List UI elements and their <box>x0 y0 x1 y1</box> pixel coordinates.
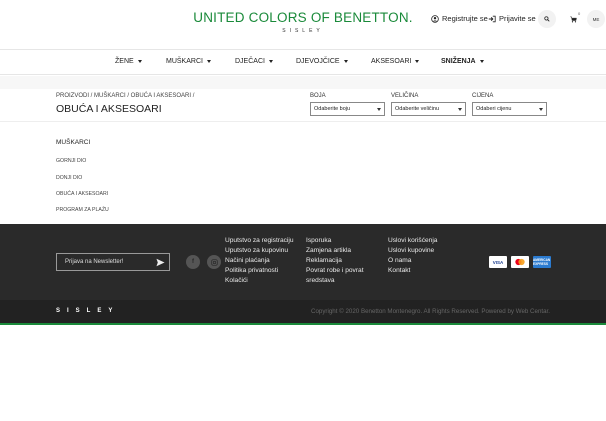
sign-in-icon <box>488 15 496 22</box>
newsletter-placeholder: Prijava na Newsletter! <box>65 259 124 265</box>
footer-link[interactable]: Uslovi kupovine <box>388 247 434 254</box>
nav-item-aksesoari[interactable]: AKSESOARI <box>371 58 420 65</box>
login-label: Prijavite se <box>499 14 536 23</box>
site-header: UNITED COLORS OF BENETTON. SISLEY Regist… <box>0 0 606 50</box>
instagram-icon[interactable] <box>207 255 221 269</box>
page-title: OBUĆA I AKSESOARI <box>56 103 162 115</box>
mastercard-icon <box>511 256 529 268</box>
color-select[interactable]: Odaberite boju <box>310 102 385 116</box>
size-select-value: Odaberite veličinu <box>395 106 440 112</box>
footer-link[interactable]: Politika privatnosti <box>225 267 278 274</box>
mastercard-circles <box>515 258 525 266</box>
chevron-down-icon <box>377 108 381 111</box>
footer-brand: SISLEY <box>56 308 120 314</box>
footer-link[interactable]: Uslovi korišćenja <box>388 237 437 244</box>
nav-item-snizenja[interactable]: SNIŽENJA <box>441 58 484 65</box>
header-spacer <box>0 76 606 89</box>
footer-link[interactable]: Zamjena artikla <box>306 247 351 254</box>
footer-link[interactable]: Uputstvo za kupovinu <box>225 247 288 254</box>
footer-link[interactable]: Kolačići <box>225 277 248 284</box>
footer-link[interactable]: Načini plaćanja <box>225 257 270 264</box>
filter-label-size: VELIČINA <box>391 93 419 99</box>
language-button[interactable]: ME <box>587 10 605 28</box>
footer-link[interactable]: Kontakt <box>388 267 410 274</box>
footer-link[interactable]: Povrat robe i povrat <box>306 267 364 274</box>
send-icon[interactable] <box>156 258 165 267</box>
nav-label: MUŠKARCI <box>166 58 203 65</box>
copyright: Copyright © 2020 Benetton Montenegro. Al… <box>310 308 550 315</box>
search-button[interactable] <box>538 10 556 28</box>
nav-item-muskarci[interactable]: MUŠKARCI <box>166 58 211 65</box>
breadcrumb[interactable]: PROIZVODI / MUŠKARCI / OBUĆA I AKSESOARI… <box>56 93 194 99</box>
chevron-down-icon <box>343 60 348 63</box>
instagram-glyph <box>210 258 218 266</box>
nav-item-zene[interactable]: ŽENE <box>115 58 142 65</box>
login-link[interactable]: Prijavite se <box>488 14 536 23</box>
nav-label: SNIŽENJA <box>441 58 476 65</box>
chevron-down-icon <box>458 108 462 111</box>
accent-bar <box>0 323 606 325</box>
chevron-down-icon <box>415 60 420 63</box>
category-heading: MUŠKARCI <box>56 139 91 146</box>
chevron-down-icon <box>479 60 484 63</box>
footer-link[interactable]: Isporuka <box>306 237 331 244</box>
nav-label: ŽENE <box>115 58 134 65</box>
nav-label: AKSESOARI <box>371 58 412 65</box>
filter-label-color: BOJA <box>310 93 326 99</box>
chevron-down-icon <box>539 108 543 111</box>
visa-card-icon: VISA <box>489 256 507 268</box>
amex-card-icon: AMERICAN EXPRESS <box>533 256 551 268</box>
divider <box>0 121 606 122</box>
user-icon <box>431 14 439 23</box>
newsletter-input[interactable]: Prijava na Newsletter! <box>56 253 170 271</box>
price-select[interactable]: Odaberi cijenu <box>472 102 547 116</box>
chevron-down-icon <box>206 60 211 63</box>
category-link[interactable]: GORNJI DIO <box>56 158 86 164</box>
price-select-value: Odaberi cijenu <box>476 106 512 112</box>
category-link[interactable]: PROGRAM ZA PLAŽU <box>56 207 109 213</box>
chevron-down-icon <box>268 60 273 63</box>
color-select-value: Odaberite boju <box>314 106 351 112</box>
register-link[interactable]: Registrujte se <box>431 14 488 23</box>
main-nav: ŽENE MUŠKARCI DJEČACI DJEVOJČICE AKSESOA… <box>0 51 606 75</box>
nav-item-djecaci[interactable]: DJEČACI <box>235 58 273 65</box>
logo-sub: SISLEY <box>282 28 324 34</box>
footer-link[interactable]: Uputstvo za registraciju <box>225 237 294 244</box>
search-icon <box>544 16 550 22</box>
facebook-icon[interactable]: f <box>186 255 200 269</box>
category-link[interactable]: OBUĆA I AKSESOARI <box>56 191 108 197</box>
nav-label: DJEČACI <box>235 58 265 65</box>
cart-icon <box>569 15 577 22</box>
footer-link[interactable]: Reklamacija <box>306 257 342 264</box>
size-select[interactable]: Odaberite veličinu <box>391 102 466 116</box>
chevron-down-icon <box>137 60 142 63</box>
category-link[interactable]: DONJI DIO <box>56 175 82 181</box>
footer-link[interactable]: sredstava <box>306 277 335 284</box>
register-label: Registrujte se <box>442 14 488 23</box>
filter-label-price: CIJENA <box>472 93 494 99</box>
nav-label: DJEVOJČICE <box>296 58 340 65</box>
footer-link[interactable]: O nama <box>388 257 411 264</box>
nav-item-djevojcice[interactable]: DJEVOJČICE <box>296 58 348 65</box>
cart-count: 0 <box>578 11 581 16</box>
